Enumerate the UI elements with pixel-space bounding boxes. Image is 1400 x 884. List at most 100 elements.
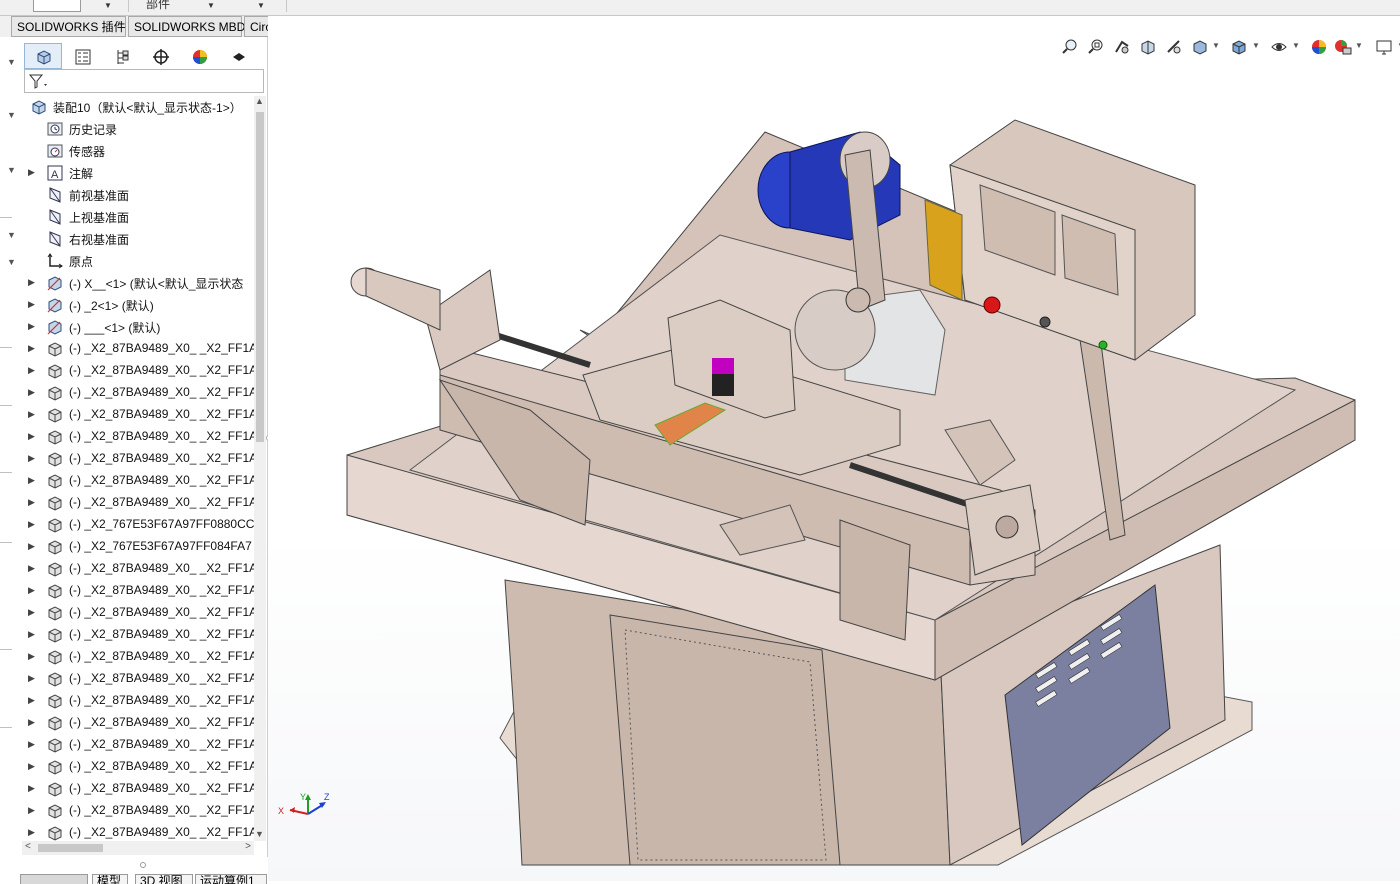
expand-arrow-icon[interactable]: ▶ — [28, 299, 35, 310]
tree-item[interactable]: ▶ (-) _X2_87BA9489_X0_ _X2_FF1A — [22, 338, 254, 360]
tree-item[interactable]: ▶ (-) _X2_87BA9489_X0_ _X2_FF1A — [22, 360, 254, 382]
tree-item[interactable]: ▶ (-) _X2_87BA9489_X0_ _X2_FF1A — [22, 470, 254, 492]
tree-item[interactable]: 上视基准面 — [22, 206, 254, 228]
tab-solidworks-addins[interactable]: SOLIDWORKS 插件 — [11, 16, 126, 37]
expand-arrow-icon[interactable]: ▶ — [28, 541, 35, 552]
chevron-down-icon[interactable]: ▼ — [7, 230, 16, 240]
tree-root-assembly[interactable]: 装配10（默认<默认_显示状态-1>） — [22, 96, 254, 118]
tree-item[interactable]: ▶ (-) _X2_87BA9489_X0_ _X2_FF1A — [22, 426, 254, 448]
chevron-down-icon[interactable]: ▼ — [7, 257, 16, 267]
expand-arrow-icon[interactable]: ▶ — [28, 717, 35, 728]
expand-arrow-icon[interactable]: ▶ — [28, 453, 35, 464]
tree-item[interactable]: ▶ (-) _X2_87BA9489_X0_ _X2_FF1A — [22, 712, 254, 734]
expand-arrow-icon[interactable]: ▶ — [28, 783, 35, 794]
expand-arrow-icon[interactable]: ▶ — [28, 563, 35, 574]
custom-addin-tab[interactable] — [219, 43, 257, 69]
chevron-down-icon[interactable]: ▼ — [7, 165, 16, 175]
tree-item[interactable]: ▶ (-) _X2_87BA9489_X0_ _X2_FF1A — [22, 756, 254, 778]
tree-item[interactable]: ▶ (-) _2<1> (默认) — [22, 294, 254, 316]
expand-arrow-icon[interactable]: ▶ — [28, 761, 35, 772]
tab-solidworks-mbd[interactable]: SOLIDWORKS MBD — [128, 16, 245, 37]
tab-motion-study[interactable]: 运动算例1 — [195, 874, 267, 884]
expand-arrow-icon[interactable]: ▶ — [28, 321, 35, 332]
tree-item-label: (-) _X2_87BA9489_X0_ _X2_FF1A — [69, 627, 254, 641]
machine-assembly-model[interactable] — [268, 16, 1400, 881]
tree-item[interactable]: ▶ (-) ___<1> (默认) — [22, 316, 254, 338]
chevron-down-icon[interactable]: ▼ — [257, 1, 265, 10]
expand-arrow-icon[interactable]: ▶ — [28, 585, 35, 596]
tree-item[interactable]: 传感器 — [22, 140, 254, 162]
configurationmanager-tab[interactable] — [102, 43, 140, 69]
expand-arrow-icon[interactable]: ▶ — [28, 673, 35, 684]
edge-divider — [0, 649, 12, 650]
tree-filter-input[interactable] — [24, 69, 264, 93]
tab-3d-view[interactable]: 3D 视图 — [135, 874, 193, 884]
expand-arrow-icon[interactable]: ▶ — [28, 695, 35, 706]
tree-item[interactable]: ▶ (-) _X2_87BA9489_X0_ _X2_FF1A — [22, 580, 254, 602]
bottom-tab-blank[interactable] — [20, 874, 88, 884]
x-axis-label: X — [278, 806, 284, 816]
expand-arrow-icon[interactable]: ▶ — [28, 431, 35, 442]
tree-horizontal-scrollbar[interactable]: < > — [22, 841, 254, 855]
featuremanager-tab[interactable] — [24, 43, 62, 69]
tree-item[interactable]: 右视基准面 — [22, 228, 254, 250]
expand-arrow-icon[interactable]: ▶ — [28, 277, 35, 288]
tree-item[interactable]: ▶ (-) _X2_87BA9489_X0_ _X2_FF1A — [22, 800, 254, 822]
tree-item[interactable]: ▶ (-) _X2_87BA9489_X0_ _X2_FF1A — [22, 646, 254, 668]
scroll-down-icon[interactable]: ▼ — [255, 829, 264, 839]
chevron-down-icon[interactable]: ▼ — [104, 1, 112, 10]
part-icon — [46, 626, 64, 644]
tree-item[interactable]: ▶ (-) _X2_767E53F67A97FF0880CC — [22, 514, 254, 536]
expand-arrow-icon[interactable]: ▶ — [28, 827, 35, 838]
graphics-viewport[interactable]: ▼ ▼ ▼ ▼ ▼ — [268, 16, 1400, 881]
scroll-left-icon[interactable]: < — [25, 841, 31, 852]
config-combobox[interactable] — [33, 0, 81, 12]
tree-item[interactable]: ▶ (-) _X2_87BA9489_X0_ _X2_FF1A — [22, 778, 254, 800]
tree-item[interactable]: ▶ (-) _X2_87BA9489_X0_ _X2_FF1A — [22, 382, 254, 404]
tree-item-label: (-) _X2_87BA9489_X0_ _X2_FF1A — [69, 495, 254, 509]
tree-item[interactable]: ▶ (-) _X2_87BA9489_X0_ _X2_FF1A — [22, 734, 254, 756]
tree-item[interactable]: ▶ A 注解 — [22, 162, 254, 184]
tree-item[interactable]: ▶ (-) _X2_87BA9489_X0_ _X2_FF1A — [22, 822, 254, 841]
tree-item[interactable]: ▶ (-) _X2_87BA9489_X0_ _X2_FF1A — [22, 602, 254, 624]
tree-item[interactable]: ▶ (-) _X2_87BA9489_X0_ _X2_FF1A — [22, 690, 254, 712]
tree-item[interactable]: ▶ (-) _X2_87BA9489_X0_ _X2_FF1A — [22, 492, 254, 514]
scroll-right-icon[interactable]: > — [245, 841, 251, 852]
tree-item[interactable]: 历史记录 — [22, 118, 254, 140]
expand-arrow-icon[interactable]: ▶ — [28, 365, 35, 376]
scroll-thumb[interactable] — [38, 844, 103, 852]
expand-arrow-icon[interactable]: ▶ — [28, 739, 35, 750]
tab-model[interactable]: 模型 — [92, 874, 128, 884]
tree-item-label: (-) _X2_87BA9489_X0_ _X2_FF1A — [69, 363, 254, 377]
tree-item[interactable]: ▶ (-) _X2_87BA9489_X0_ _X2_FF1A — [22, 558, 254, 580]
scroll-thumb[interactable] — [256, 112, 264, 442]
tree-item[interactable]: 原点 — [22, 250, 254, 272]
tree-item[interactable]: ▶ (-) X__<1> (默认<默认_显示状态 — [22, 272, 254, 294]
expand-arrow-icon[interactable]: ▶ — [28, 343, 35, 354]
expand-arrow-icon[interactable]: ▶ — [28, 805, 35, 816]
tree-item[interactable]: ▶ (-) _X2_767E53F67A97FF084FA7 — [22, 536, 254, 558]
expand-arrow-icon[interactable]: ▶ — [28, 475, 35, 486]
expand-arrow-icon[interactable]: ▶ — [28, 651, 35, 662]
tree-item[interactable]: ▶ (-) _X2_87BA9489_X0_ _X2_FF1A — [22, 448, 254, 470]
expand-arrow-icon[interactable]: ▶ — [28, 629, 35, 640]
expand-arrow-icon[interactable]: ▶ — [28, 519, 35, 530]
expand-arrow-icon[interactable]: ▶ — [28, 497, 35, 508]
display-manager-tab[interactable] — [180, 43, 218, 69]
expand-arrow-icon[interactable]: ▶ — [28, 387, 35, 398]
tree-item[interactable]: ▶ (-) _X2_87BA9489_X0_ _X2_FF1A — [22, 624, 254, 646]
tree-item[interactable]: ▶ (-) _X2_87BA9489_X0_ _X2_FF1A — [22, 668, 254, 690]
tree-item[interactable]: ▶ (-) _X2_87BA9489_X0_ _X2_FF1A — [22, 404, 254, 426]
tree-item[interactable]: 前视基准面 — [22, 184, 254, 206]
scroll-up-icon[interactable]: ▲ — [255, 96, 264, 106]
chevron-down-icon[interactable]: ▼ — [7, 110, 16, 120]
expand-arrow-icon[interactable]: ▶ — [28, 167, 35, 178]
expand-arrow-icon[interactable]: ▶ — [28, 607, 35, 618]
chevron-down-icon[interactable]: ▼ — [207, 1, 215, 10]
dimxpert-tab[interactable] — [141, 43, 179, 69]
tree-vertical-scrollbar[interactable]: ▲ ▼ — [254, 96, 266, 841]
expand-arrow-icon[interactable]: ▶ — [28, 409, 35, 420]
chevron-down-icon[interactable]: ▼ — [7, 57, 16, 67]
propertymanager-tab[interactable] — [63, 43, 101, 69]
tab-scroll-dot[interactable] — [140, 862, 146, 868]
